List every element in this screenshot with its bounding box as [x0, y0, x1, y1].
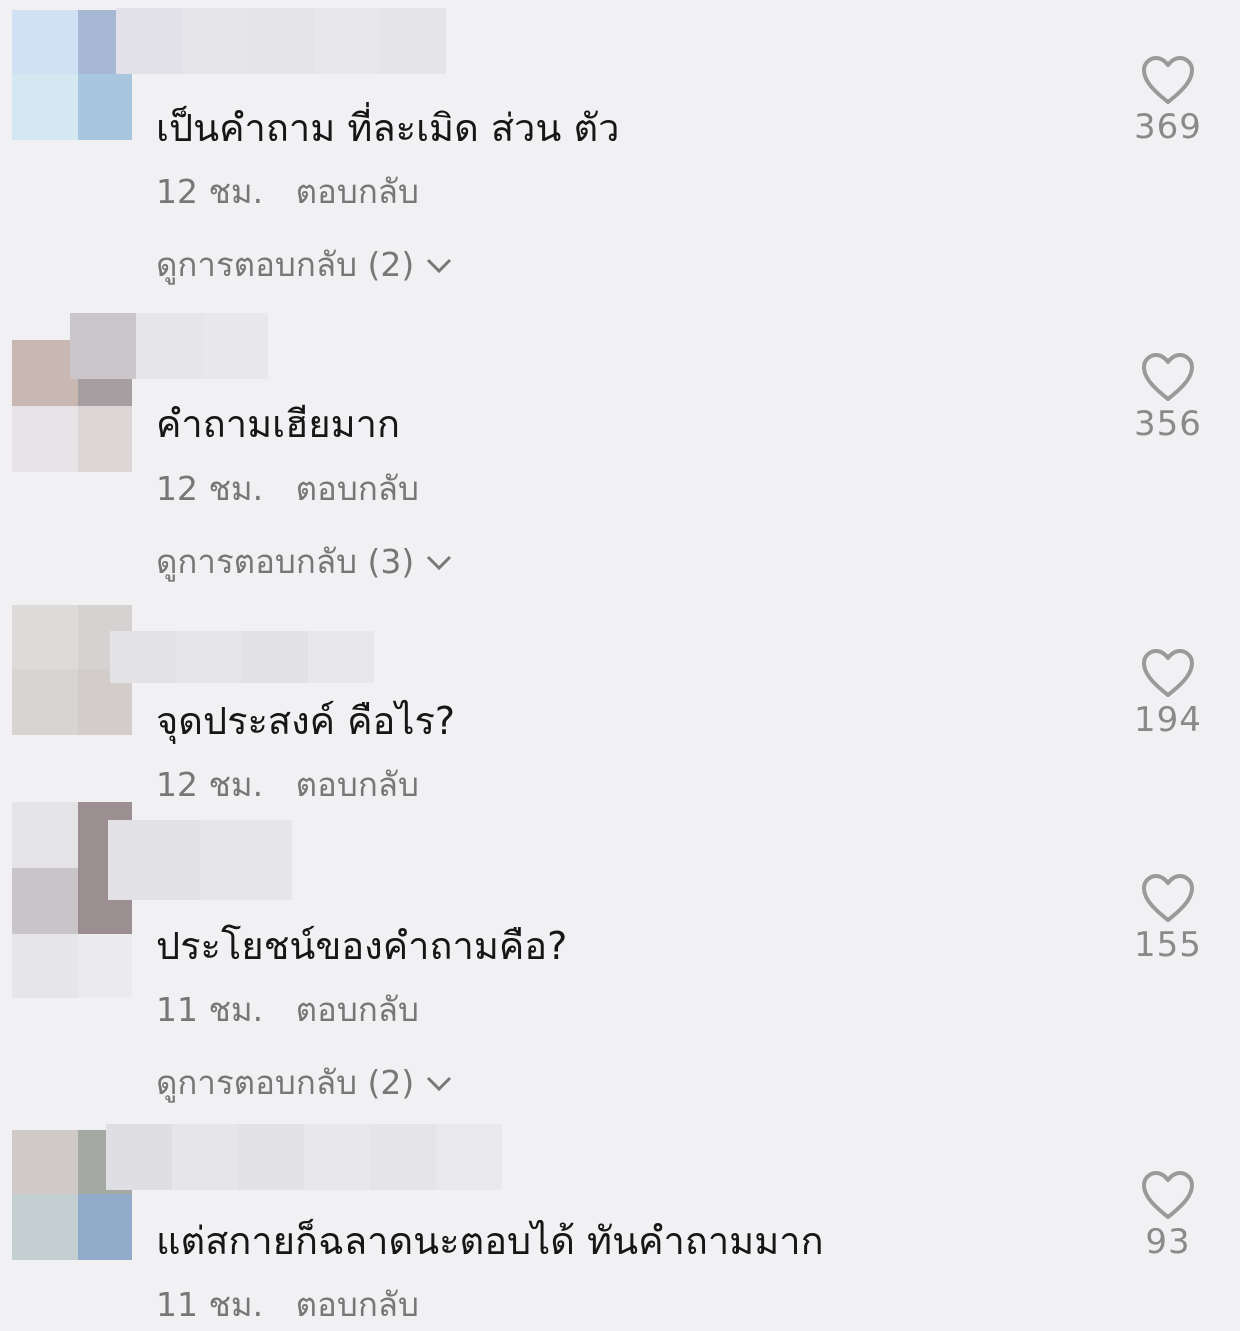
comment-text: แต่สกายก็ฉลาดนะตอบได้ ทันคำถามมาก — [156, 1219, 824, 1263]
like-count: 369 — [1134, 107, 1202, 147]
chevron-down-icon — [427, 555, 452, 570]
comment-meta: 12 ชม. ตอบกลับ — [156, 758, 419, 811]
comment-time: 12 ชม. — [156, 172, 264, 211]
like-button[interactable]: 194 — [1118, 648, 1218, 740]
chevron-down-icon — [427, 1076, 452, 1091]
avatar[interactable] — [12, 10, 132, 140]
like-count: 155 — [1134, 925, 1202, 965]
username-blurred[interactable] — [106, 1124, 502, 1190]
comment-time: 11 ชม. — [156, 990, 264, 1029]
heart-outline-icon — [1142, 353, 1194, 401]
chevron-down-icon — [427, 258, 452, 273]
comment-meta: 12 ชม. ตอบกลับ — [156, 462, 419, 515]
comment-text: จุดประสงค์ คือไร? — [156, 699, 456, 743]
heart-outline-icon — [1142, 874, 1194, 922]
username-blurred[interactable] — [70, 313, 268, 379]
like-button[interactable]: 155 — [1118, 873, 1218, 965]
comment-meta: 11 ชม. ตอบกลับ — [156, 1278, 419, 1331]
view-replies-label: ดูการตอบกลับ (2) — [156, 1063, 415, 1102]
heart-outline-icon — [1142, 56, 1194, 104]
reply-button[interactable]: ตอบกลับ — [296, 1285, 419, 1324]
comment-text: ประโยชน์ของคำถามคือ? — [156, 924, 568, 968]
comment-time: 12 ชม. — [156, 469, 264, 508]
view-replies-label: ดูการตอบกลับ (2) — [156, 245, 415, 284]
reply-button[interactable]: ตอบกลับ — [296, 172, 419, 211]
view-replies-button[interactable]: ดูการตอบกลับ (2) — [156, 1056, 454, 1109]
comment-meta: 11 ชม. ตอบกลับ — [156, 983, 419, 1036]
comment-text: เป็นคำถาม ที่ละเมิด ส่วน ตัว — [156, 106, 620, 150]
comment-time: 11 ชม. — [156, 1285, 264, 1324]
comment-text: คำถามเฮียมาก — [156, 402, 400, 446]
like-count: 356 — [1134, 404, 1202, 444]
view-replies-button[interactable]: ดูการตอบกลับ (3) — [156, 535, 454, 588]
reply-button[interactable]: ตอบกลับ — [296, 990, 419, 1029]
like-count: 93 — [1145, 1222, 1191, 1262]
like-count: 194 — [1134, 700, 1202, 740]
comment-meta: 12 ชม. ตอบกลับ — [156, 165, 419, 218]
like-button[interactable]: 356 — [1118, 352, 1218, 444]
username-blurred[interactable] — [110, 631, 374, 683]
username-blurred[interactable] — [108, 820, 292, 900]
reply-button[interactable]: ตอบกลับ — [296, 469, 419, 508]
heart-outline-icon — [1142, 1171, 1194, 1219]
comment-time: 12 ชม. — [156, 765, 264, 804]
view-replies-label: ดูการตอบกลับ (3) — [156, 542, 415, 581]
reply-button[interactable]: ตอบกลับ — [296, 765, 419, 804]
like-button[interactable]: 369 — [1118, 55, 1218, 147]
view-replies-button[interactable]: ดูการตอบกลับ (2) — [156, 238, 454, 291]
username-blurred[interactable] — [116, 8, 446, 74]
heart-outline-icon — [1142, 649, 1194, 697]
like-button[interactable]: 93 — [1118, 1170, 1218, 1262]
